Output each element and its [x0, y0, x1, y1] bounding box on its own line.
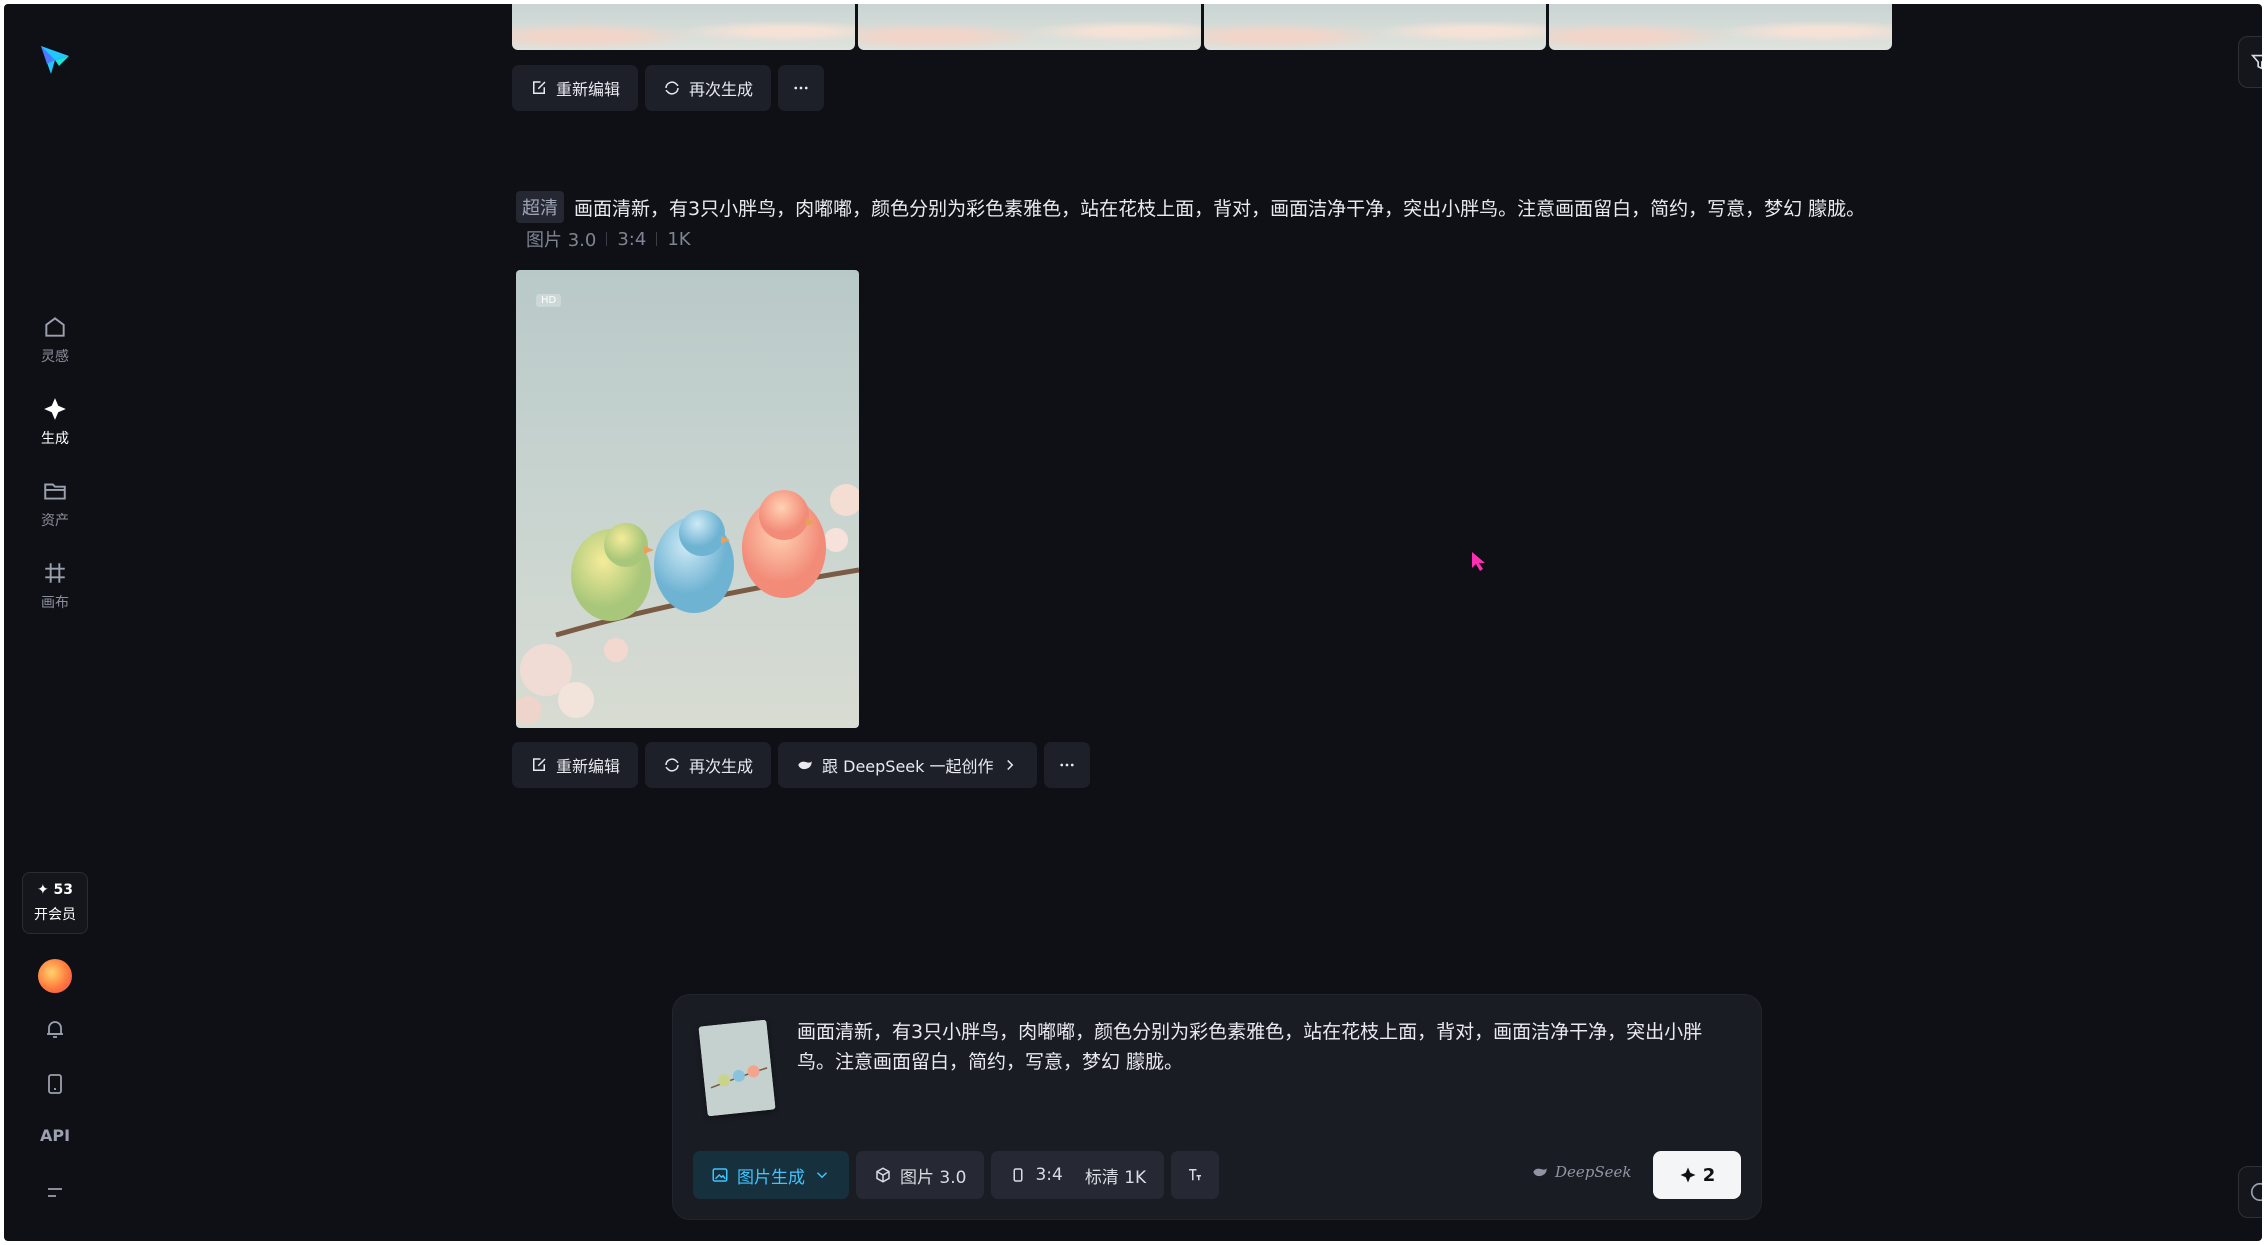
record-actions: 重新编辑 再次生成 跟 DeepSeek 一起创作: [512, 742, 1091, 788]
reedit-button[interactable]: 重新编辑: [512, 742, 639, 788]
result-thumbnail[interactable]: [512, 4, 855, 50]
result-thumbnail[interactable]: [857, 4, 1201, 50]
composer-toolbar: 图片生成 图片 3.0 3:4 标清 1K: [693, 1151, 1220, 1199]
birds-illustration: [516, 484, 859, 724]
more-button[interactable]: [778, 65, 825, 111]
text-size-icon: [1189, 1169, 1202, 1181]
credits-vip-button[interactable]: ✦ 53 开会员: [22, 872, 88, 934]
regenerate-label: 再次生成: [689, 757, 754, 776]
folder-icon: [44, 483, 66, 500]
deepseek-create-button[interactable]: 跟 DeepSeek 一起创作: [778, 742, 1038, 788]
divider: [606, 232, 608, 246]
prompt-composer: 画面清新，有3只小胖鸟，肉嘟嘟，颜色分别为彩色素雅色，站在花枝上面，背对，画面洁…: [672, 994, 1762, 1220]
deepseek-brand-label: DeepSeek: [1555, 1163, 1632, 1181]
mobile-app-button[interactable]: [40, 1069, 70, 1099]
model-label: 图片 3.0: [900, 1167, 967, 1188]
chevron-right-icon: [1007, 759, 1014, 771]
refresh-icon: [665, 81, 679, 95]
menu-button[interactable]: [40, 1178, 70, 1208]
nav-generate[interactable]: 生成: [24, 396, 86, 462]
reedit-label: 重新编辑: [556, 80, 621, 99]
reference-image-thumbnail[interactable]: [698, 1019, 776, 1117]
model-select[interactable]: 图片 3.0: [856, 1151, 985, 1199]
phone-icon: [48, 1074, 62, 1094]
more-icon: [1060, 763, 1075, 767]
deepseek-brand[interactable]: DeepSeek: [1531, 1163, 1632, 1181]
ratio-quality-select[interactable]: 3:4 标清 1K: [991, 1151, 1165, 1199]
more-icon: [794, 86, 808, 90]
generate-button[interactable]: 2: [1653, 1151, 1741, 1199]
canvas-grid-icon: [45, 563, 65, 583]
nav-assets[interactable]: 资产: [24, 478, 86, 544]
sidebar: 灵感 生成 资产 画布 ✦ 53 开会员 API: [4, 4, 104, 1241]
help-button[interactable]: [2238, 1166, 2262, 1218]
record-meta: 图片 3.0 3:4 1K: [526, 226, 691, 252]
nav-canvas[interactable]: 画布: [24, 560, 86, 626]
menu-icon: [48, 1188, 62, 1197]
record-model: 图片 3.0: [526, 230, 597, 251]
whale-icon: [1533, 1168, 1547, 1177]
prompt-input[interactable]: 画面清新，有3只小胖鸟，肉嘟嘟，颜色分别为彩色素雅色，站在花枝上面，背对，画面洁…: [797, 1017, 1717, 1077]
record-resolution: 1K: [667, 228, 691, 250]
reedit-label: 重新编辑: [556, 757, 621, 776]
sparkle-icon: [1680, 1167, 1696, 1183]
regenerate-button[interactable]: 再次生成: [645, 742, 772, 788]
refresh-icon: [665, 758, 679, 772]
edit-icon: [533, 758, 546, 771]
image-gen-icon: [712, 1168, 728, 1182]
generated-image[interactable]: HD: [516, 270, 859, 728]
chevron-down-icon: [816, 1172, 828, 1179]
logo-icon[interactable]: [37, 42, 73, 78]
previous-result-images: [512, 4, 1892, 50]
nav-inspiration[interactable]: 灵感: [24, 314, 86, 380]
home-icon: [45, 317, 65, 337]
record-prompt[interactable]: 画面清新，有3只小胖鸟，肉嘟嘟，颜色分别为彩色素雅色，站在花枝上面，背对，画面洁…: [574, 194, 1865, 221]
generate-cost: 2: [1702, 1164, 1716, 1186]
filter-button[interactable]: [2238, 36, 2262, 88]
vip-label: 开会员: [34, 907, 76, 923]
regenerate-label: 再次生成: [689, 80, 754, 99]
nav-label: 灵感: [41, 349, 69, 365]
reference-image-preview: [698, 1019, 776, 1117]
result-thumbnail[interactable]: [1203, 4, 1547, 50]
bell-icon: [47, 1021, 63, 1038]
quality-label: 标清 1K: [1084, 1167, 1147, 1188]
record-ratio: 3:4: [617, 228, 647, 250]
avatar[interactable]: [38, 959, 72, 993]
filter-icon: [2250, 54, 2262, 70]
record-header: 超清 画面清新，有3只小胖鸟，肉嘟嘟，颜色分别为彩色素雅色，站在花枝上面，背对，…: [516, 191, 1865, 223]
mode-select[interactable]: 图片生成: [693, 1151, 849, 1199]
deepseek-create-label: 跟 DeepSeek 一起创作: [822, 757, 994, 776]
notification-button[interactable]: [40, 1014, 70, 1044]
help-icon: [2250, 1182, 2262, 1202]
ratio-icon: [1013, 1168, 1023, 1182]
credits-count: ✦ 53: [36, 882, 74, 898]
more-button[interactable]: [1044, 742, 1091, 788]
app-window: 灵感 生成 资产 画布 ✦ 53 开会员 API 重新编辑 再次生成 超清 画面…: [4, 4, 2262, 1241]
result-thumbnail[interactable]: [1549, 4, 1892, 50]
hd-badge: HD: [536, 294, 562, 307]
api-link[interactable]: API: [34, 1126, 76, 1145]
whale-icon: [798, 761, 812, 770]
nav-label: 资产: [41, 513, 69, 529]
divider: [656, 232, 658, 246]
text-style-button[interactable]: [1171, 1151, 1220, 1199]
nav-label: 画布: [41, 595, 69, 611]
previous-result-actions: 重新编辑 再次生成: [512, 65, 825, 111]
cube-icon: [876, 1167, 890, 1183]
quality-tag: 超清: [516, 191, 564, 223]
mouse-cursor-icon: [1472, 552, 1485, 571]
regenerate-button[interactable]: 再次生成: [645, 65, 772, 111]
nav-label: 生成: [41, 431, 69, 447]
edit-icon: [533, 81, 546, 94]
ratio-label: 3:4: [1035, 1165, 1063, 1185]
sparkle-icon: [44, 398, 66, 420]
reedit-button[interactable]: 重新编辑: [512, 65, 639, 111]
mode-label: 图片生成: [737, 1167, 805, 1188]
